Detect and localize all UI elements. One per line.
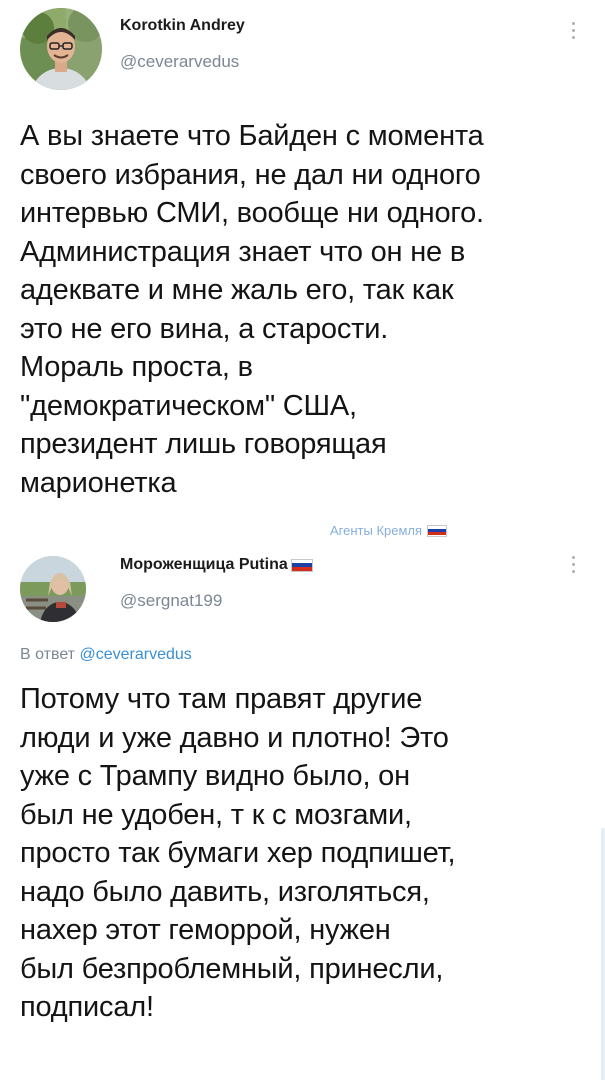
author-handle-2[interactable]: @sergnat199: [120, 591, 222, 611]
reply-prefix: В ответ: [20, 646, 76, 663]
tweet-text-line: своего избрания, не дал ни одного: [20, 158, 481, 191]
author-name-2-text: Мороженщица Putina: [120, 556, 288, 573]
person-photo-icon: [20, 556, 86, 622]
russian-flag-icon: [427, 524, 448, 537]
tweet-text-line: Мораль проста, в: [20, 351, 253, 383]
vertical-dots-icon[interactable]: [567, 556, 579, 573]
tweet-text-2: Потому что там правят другие люди и уже …: [20, 680, 456, 1027]
reply-to-link[interactable]: @ceverarvedus: [79, 646, 191, 663]
tweet-text-line: "демократическом" США,: [20, 389, 357, 422]
tweet-text-line: подписал!: [20, 991, 154, 1023]
tweet-text-line: люди и уже давно и плотно! Это: [20, 721, 449, 754]
tweet-text-line: президент лишь говорящая: [20, 428, 387, 460]
tweet-text-1: А вы знаете что Байден с момента своего …: [20, 117, 484, 502]
tweet-text-line: интервью СМИ, вообще ни одного.: [20, 197, 484, 229]
scrollbar-track[interactable]: [601, 828, 605, 1080]
tweet-text-line: был не удобен, т к с мозгами,: [20, 798, 412, 831]
tweet-text-line: был безпроблемный, принесли,: [20, 952, 444, 985]
tweet-text-line: Администрация знает что он не в: [20, 235, 466, 268]
tweet-text-line: А вы знаете что Байден с момента: [20, 120, 484, 152]
vertical-dots-icon[interactable]: [567, 22, 579, 39]
watermark-text: Агенты Кремля: [330, 523, 423, 538]
author-handle-1[interactable]: @ceverarvedus: [120, 52, 239, 72]
author-avatar-2[interactable]: [20, 556, 86, 622]
person-photo-icon: [20, 8, 102, 90]
watermark: Агенты Кремля: [330, 523, 448, 538]
tweet-text-line: адеквате и мне жаль его, так как: [20, 274, 454, 306]
russian-flag-icon: [290, 558, 313, 572]
tweet-text-line: уже с Трампу видно было, он: [20, 760, 410, 792]
author-name-1[interactable]: Korotkin Andrey: [120, 17, 245, 35]
author-name-2[interactable]: Мороженщица Putina: [120, 556, 313, 574]
tweet-text-line: нахер этот геморрой, нужен: [20, 914, 391, 946]
tweet-text-line: это не его вина, а старости.: [20, 312, 389, 345]
tweet-text-line: марионетка: [20, 466, 177, 499]
reply-context: В ответ @ceverarvedus: [20, 646, 192, 664]
tweet-text-line: надо было давить, изголяться,: [20, 875, 430, 908]
tweet-text-line: Потому что там правят другие: [20, 683, 423, 715]
tweet-text-line: просто так бумаги хер подпишет,: [20, 837, 456, 869]
author-avatar-1[interactable]: [20, 8, 102, 90]
